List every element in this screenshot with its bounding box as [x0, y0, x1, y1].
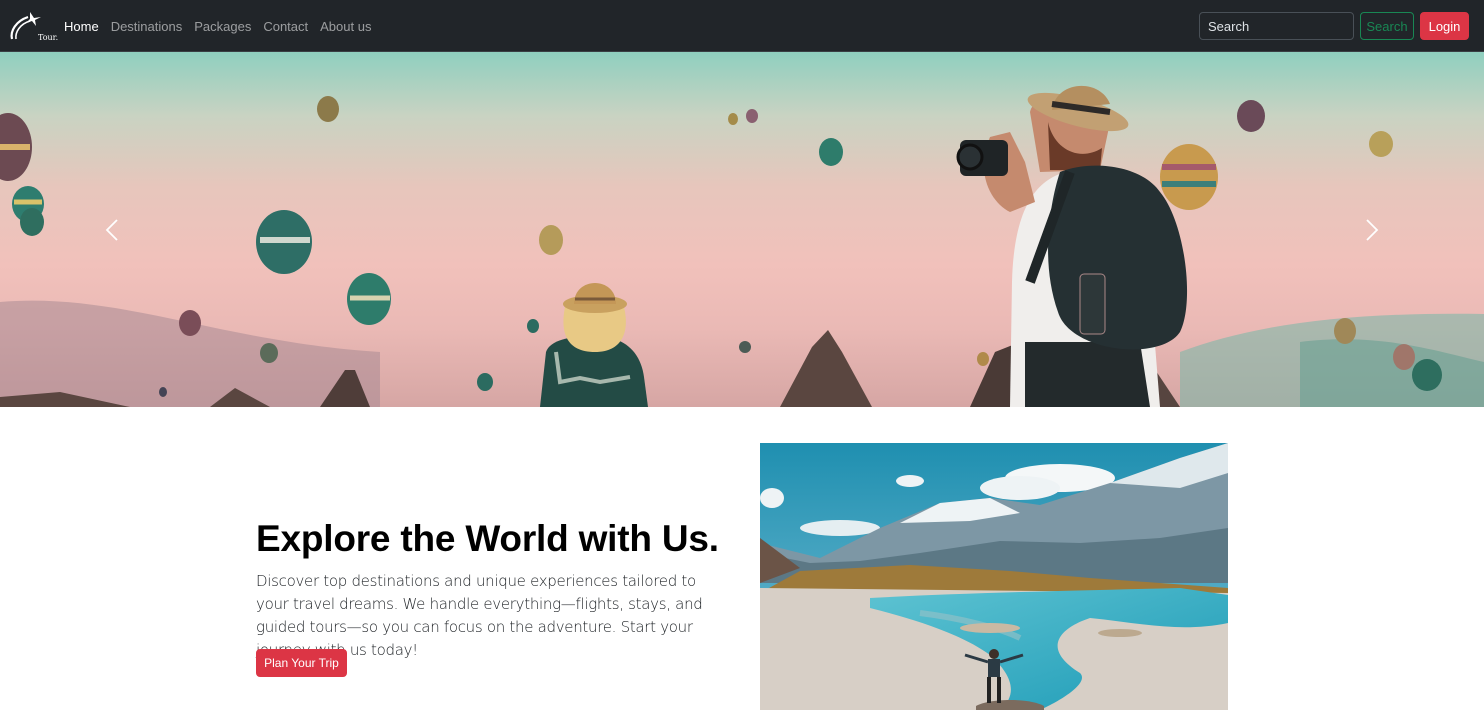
carousel-next-button[interactable] — [1357, 212, 1387, 248]
login-button[interactable]: Login — [1420, 12, 1469, 40]
nav-link-packages[interactable]: Packages — [194, 19, 251, 34]
chevron-left-icon — [105, 219, 118, 241]
brand-logo[interactable]: Tour. — [8, 9, 58, 43]
plan-your-trip-button[interactable]: Plan Your Trip — [256, 649, 347, 677]
hero-carousel — [0, 52, 1484, 407]
page-title: Explore the World with Us. — [256, 518, 719, 559]
navbar: Tour. Home Destinations Packages Contact… — [0, 0, 1484, 52]
destination-photo — [760, 443, 1228, 710]
brand-text: Tour. — [38, 33, 59, 42]
hero-woman-figure — [540, 283, 648, 407]
nav-link-about-us[interactable]: About us — [320, 19, 371, 34]
nav-links: Home Destinations Packages Contact About… — [64, 0, 383, 52]
nav-link-destinations[interactable]: Destinations — [111, 19, 183, 34]
nav-link-home[interactable]: Home — [64, 19, 99, 34]
chevron-right-icon — [1366, 219, 1379, 241]
mountain-river-image — [760, 443, 1228, 710]
carousel-prev-button[interactable] — [97, 212, 127, 248]
nav-link-contact[interactable]: Contact — [263, 19, 308, 34]
hero-image — [0, 85, 1484, 407]
search-input[interactable] — [1199, 12, 1354, 40]
search-button[interactable]: Search — [1360, 12, 1414, 40]
